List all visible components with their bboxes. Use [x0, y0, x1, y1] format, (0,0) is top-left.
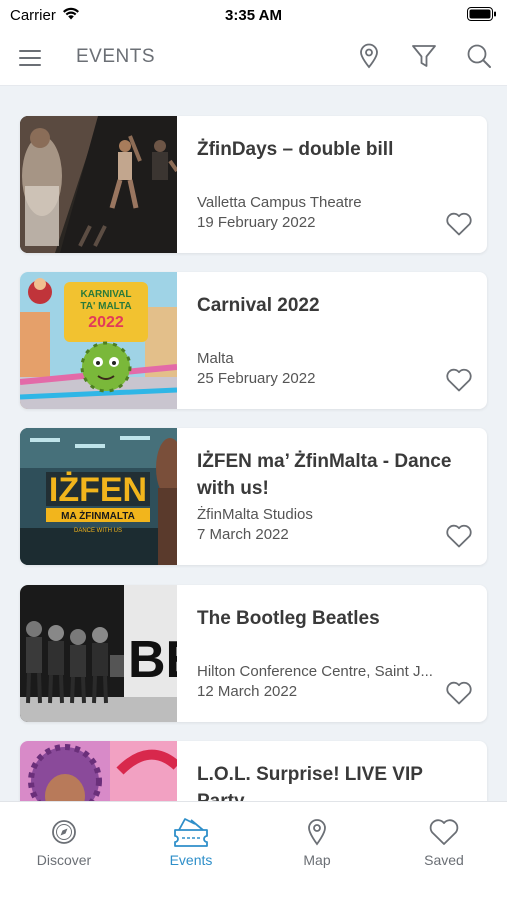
- search-button[interactable]: [464, 43, 494, 73]
- app-header: EVENTS: [0, 30, 507, 86]
- tab-saved[interactable]: Saved: [389, 816, 499, 872]
- heart-icon: [445, 524, 473, 553]
- carnival-year: 2022: [88, 314, 124, 331]
- carnival-line2: TA' MALTA: [80, 301, 131, 312]
- heart-icon: [445, 212, 473, 241]
- menu-button[interactable]: [18, 46, 44, 70]
- heart-icon: [445, 368, 473, 397]
- tab-label: Events: [169, 852, 213, 868]
- favorite-button[interactable]: [445, 367, 473, 393]
- heart-icon: [445, 681, 473, 710]
- heart-icon: [389, 816, 499, 848]
- tab-label: Discover: [36, 852, 92, 868]
- event-thumbnail: KARNIVAL TA' MALTA 2022: [20, 272, 177, 409]
- event-thumbnail: [20, 116, 177, 253]
- tab-label: Saved: [424, 852, 464, 868]
- wifi-icon: [62, 7, 80, 24]
- event-date: 19 February 2022: [197, 214, 316, 231]
- menu-icon: [18, 50, 44, 74]
- status-bar: Carrier 3:35 AM: [0, 0, 507, 30]
- tab-events[interactable]: Events: [136, 816, 246, 872]
- carnival-line1: KARNIVAL: [81, 289, 132, 300]
- event-thumbnail: [20, 741, 177, 801]
- map-pin-icon: [262, 816, 372, 848]
- event-thumbnail: BE: [20, 585, 177, 722]
- location-pin-icon: [358, 43, 380, 74]
- event-title: ŻfinDays – double bill: [197, 139, 394, 160]
- tab-bar: Discover Events Map Saved: [0, 801, 507, 900]
- filter-button[interactable]: [409, 43, 439, 73]
- event-venue: Malta: [197, 350, 234, 367]
- event-date: 12 March 2022: [197, 683, 298, 700]
- izfen-sub: MA ŻFINMALTA: [61, 509, 135, 522]
- event-title: L.O.L. Surprise! LIVE VIP Party: [197, 764, 423, 801]
- event-title: Carnival 2022: [197, 295, 320, 316]
- favorite-button[interactable]: [445, 523, 473, 549]
- favorite-button[interactable]: [445, 211, 473, 237]
- event-venue: ŻfinMalta Studios: [197, 506, 313, 523]
- event-card[interactable]: KARNIVAL TA' MALTA 2022 Carnival 2022 Ma…: [20, 272, 487, 409]
- event-list[interactable]: ŻfinDays – double bill Valletta Campus T…: [0, 86, 507, 801]
- event-card[interactable]: IŻFEN MA ŻFINMALTA DANCE WITH US IŻFEN m…: [20, 428, 487, 565]
- search-icon: [466, 43, 492, 74]
- event-card[interactable]: BE The Bootleg Beatles Hilton Conference…: [20, 585, 487, 722]
- event-date: 25 February 2022: [197, 370, 316, 387]
- filter-icon: [411, 43, 437, 74]
- event-venue: Valletta Campus Theatre: [197, 194, 362, 211]
- favorite-button[interactable]: [445, 680, 473, 706]
- ticket-icon: [136, 816, 246, 848]
- tab-label: Map: [303, 852, 331, 868]
- event-date: 7 March 2022: [197, 526, 289, 543]
- tab-discover[interactable]: Discover: [9, 816, 119, 872]
- event-thumbnail: IŻFEN MA ŻFINMALTA DANCE WITH US: [20, 428, 177, 565]
- izfen-tag: DANCE WITH US: [74, 528, 122, 534]
- compass-icon: [9, 816, 119, 848]
- tab-map[interactable]: Map: [262, 816, 372, 872]
- carrier-label: Carrier: [10, 6, 56, 24]
- beatles-text: BE: [128, 631, 177, 689]
- event-title: IŻFEN ma’ ŻfinMalta - Dance with us!: [197, 451, 452, 499]
- location-button[interactable]: [354, 43, 384, 73]
- event-venue: Hilton Conference Centre, Saint J...: [197, 663, 433, 680]
- izfen-word: IŻFEN: [49, 471, 147, 509]
- event-card[interactable]: ŻfinDays – double bill Valletta Campus T…: [20, 116, 487, 253]
- event-title: The Bootleg Beatles: [197, 608, 380, 629]
- battery-icon: [467, 7, 497, 25]
- page-title: EVENTS: [76, 46, 156, 67]
- carrier-indicator: Carrier: [10, 7, 80, 24]
- event-card[interactable]: L.O.L. Surprise! LIVE VIP Party: [20, 741, 487, 801]
